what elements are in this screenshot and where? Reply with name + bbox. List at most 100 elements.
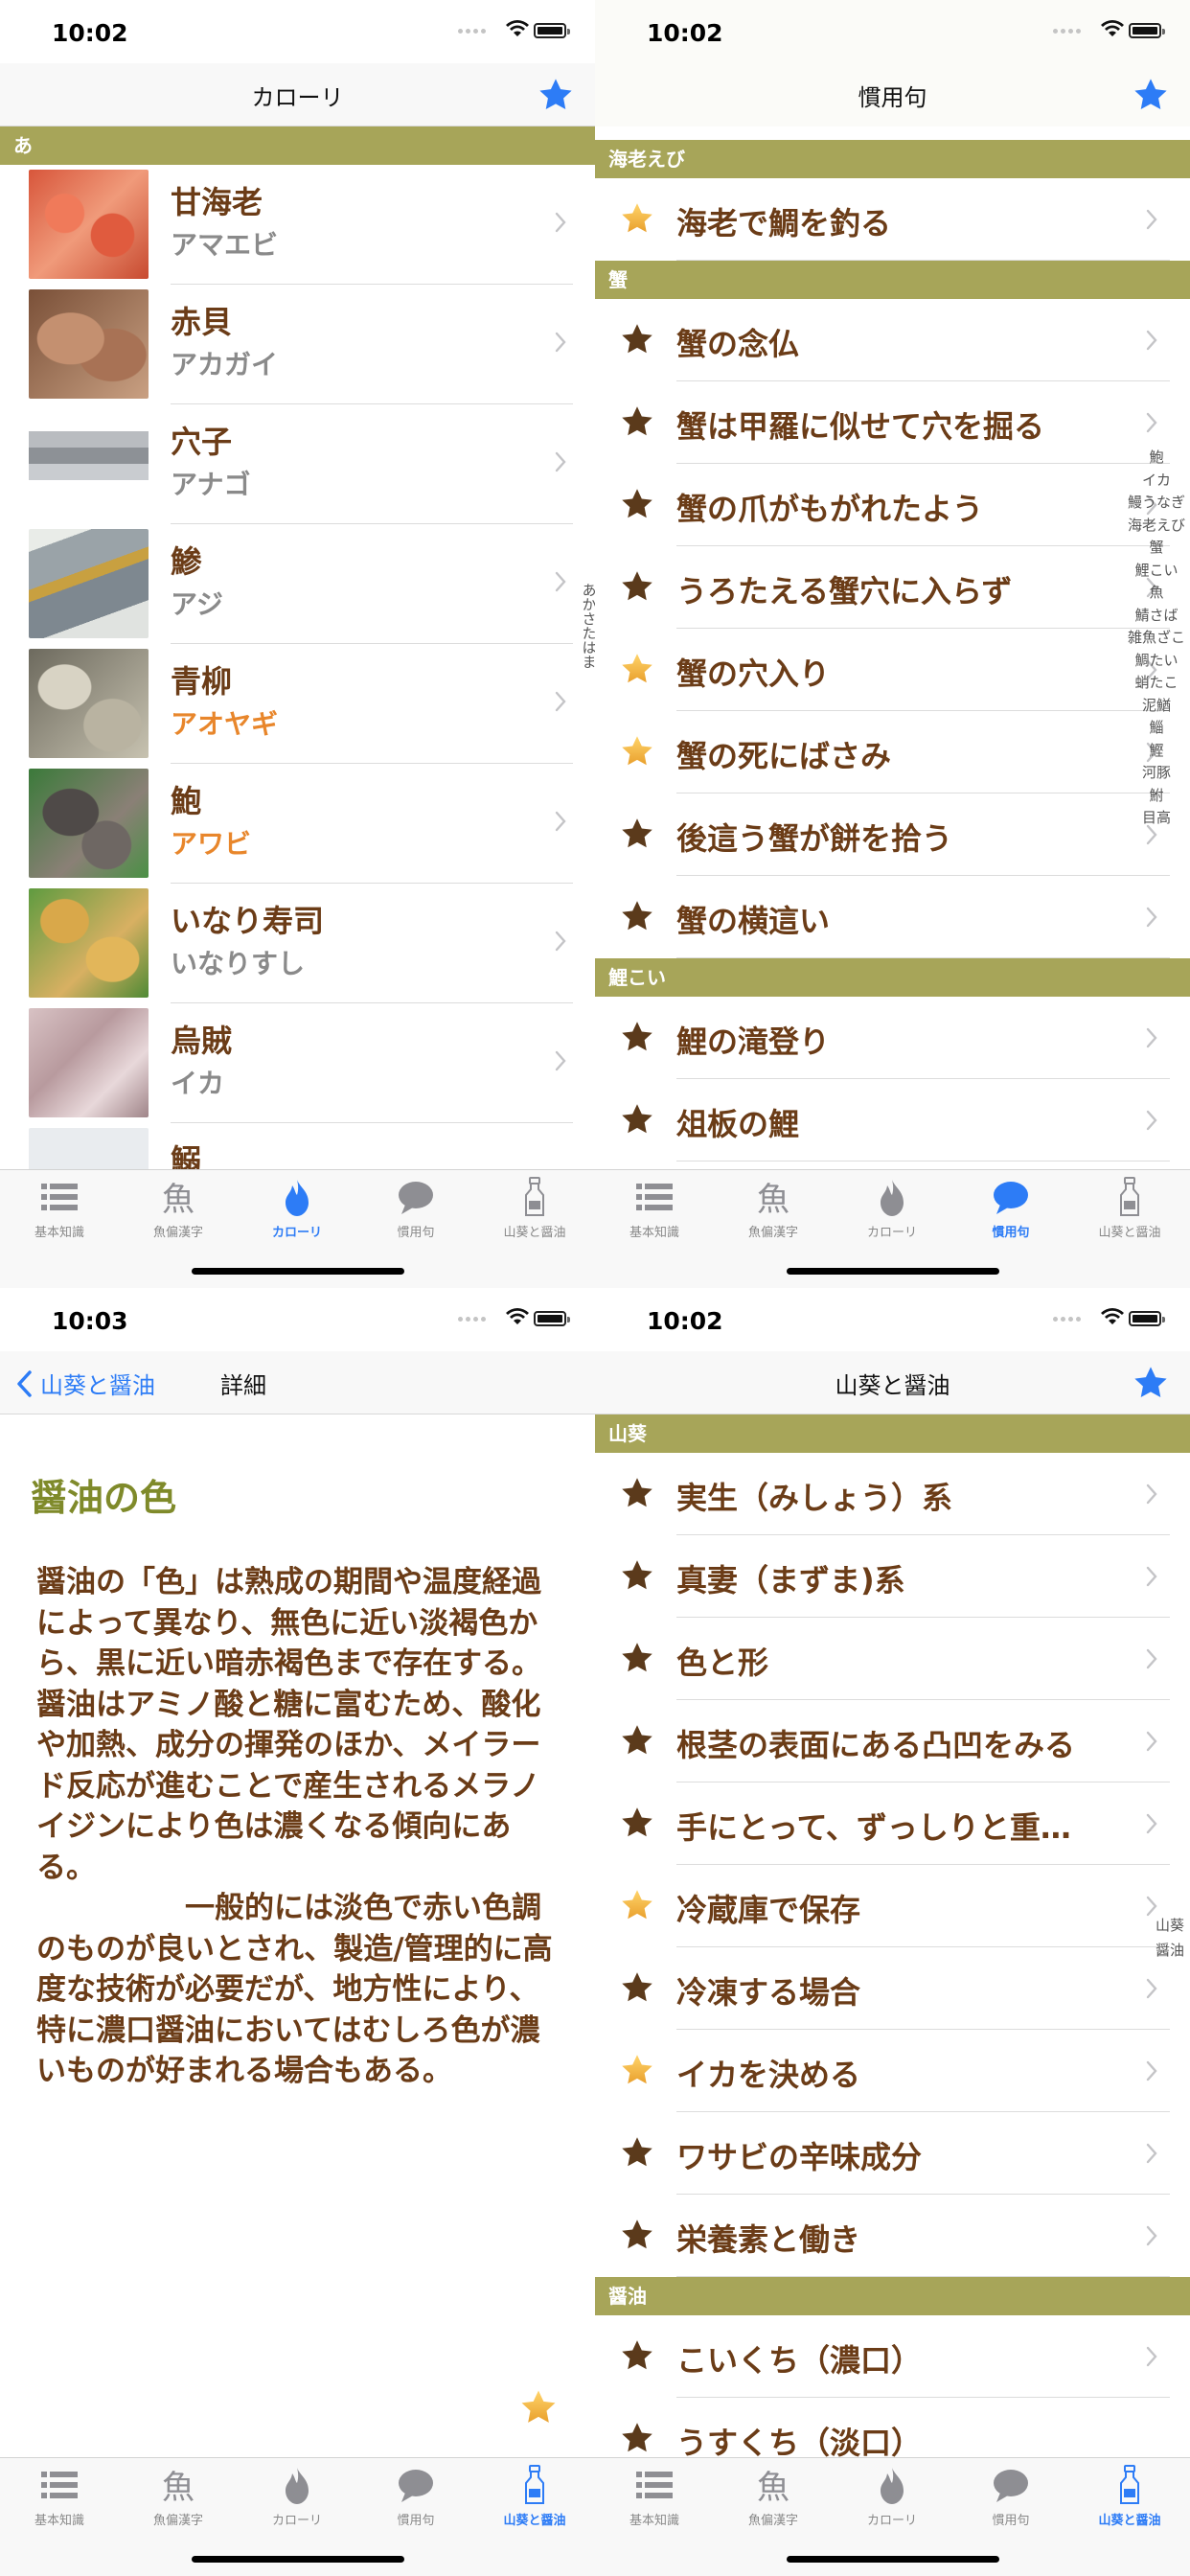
tab-label: 基本知識 bbox=[34, 2514, 84, 2528]
list-item[interactable]: 冷蔵庫で保存 bbox=[595, 1865, 1170, 1947]
tab-1[interactable]: 魚魚偏漢字 bbox=[714, 1174, 833, 1251]
list-item[interactable]: 根茎の表面にある凸凹をみる bbox=[595, 1700, 1170, 1782]
index-entry[interactable]: 鰹 bbox=[1149, 740, 1163, 763]
index-entry[interactable]: 山葵 bbox=[1156, 1913, 1184, 1938]
list-item[interactable]: 甘海老 アマエビ bbox=[0, 165, 573, 285]
favorite-star-icon[interactable] bbox=[519, 2388, 558, 2426]
index-entry[interactable]: 鮒 bbox=[1149, 785, 1163, 808]
list-item[interactable]: 蟹の爪がもがれたよう bbox=[595, 464, 1170, 546]
star-icon bbox=[622, 901, 652, 931]
tab-3[interactable]: 慣用句 bbox=[356, 1174, 475, 1251]
list-item[interactable]: 青柳 アオヤギ bbox=[0, 644, 573, 764]
star-icon bbox=[622, 324, 652, 354]
index-entry[interactable]: 醤油 bbox=[1156, 1938, 1184, 1963]
index-entry[interactable]: は bbox=[577, 640, 596, 655]
index-entry[interactable]: 目高 bbox=[1142, 807, 1171, 830]
tab-0[interactable]: 基本知識 bbox=[0, 2462, 119, 2539]
tab-0[interactable]: 基本知識 bbox=[595, 2462, 714, 2539]
list-item[interactable]: イカを決める bbox=[595, 2030, 1170, 2112]
list-item[interactable]: こいくち（濃口） bbox=[595, 2315, 1170, 2398]
bottle-icon bbox=[1120, 2465, 1139, 2504]
tab-4[interactable]: 山葵と醤油 bbox=[1070, 2462, 1189, 2539]
list-item[interactable]: 栄養素と働き bbox=[595, 2195, 1170, 2277]
list-item[interactable]: 鯵アジ bbox=[0, 524, 573, 644]
star-icon bbox=[622, 2340, 652, 2370]
index-entry[interactable]: イカ bbox=[1142, 470, 1171, 493]
list-item[interactable]: 後這う蟹が餅を拾う bbox=[595, 794, 1170, 876]
tab-4[interactable]: 山葵と醤油 bbox=[1070, 1174, 1189, 1251]
tab-label: 基本知識 bbox=[629, 2514, 679, 2528]
index-entry[interactable]: 鮑 bbox=[1149, 447, 1163, 470]
tab-0[interactable]: 基本知識 bbox=[0, 1174, 119, 1251]
tab-1[interactable]: 魚魚偏漢字 bbox=[119, 1174, 238, 1251]
tab-4[interactable]: 山葵と醤油 bbox=[475, 1174, 594, 1251]
section-header: 蟹 bbox=[595, 261, 1190, 299]
index-entry[interactable]: 蟹 bbox=[1149, 537, 1163, 560]
list-item[interactable]: 蟹の死にばさみ bbox=[595, 711, 1170, 794]
list-item[interactable]: 穴子 アナゴ bbox=[0, 404, 573, 524]
index-entry[interactable]: 海老えび bbox=[1128, 515, 1185, 538]
list-item[interactable]: 鮑アワビ bbox=[0, 764, 573, 884]
index-entry[interactable]: 雑魚ざこ bbox=[1128, 627, 1185, 650]
index-entry[interactable]: 魚 bbox=[1149, 582, 1163, 605]
index-entry[interactable]: 鯔 bbox=[1149, 717, 1163, 740]
favorite-star-icon[interactable] bbox=[538, 77, 574, 113]
index-entry[interactable]: 河豚 bbox=[1142, 762, 1171, 785]
index-entry[interactable]: あ bbox=[577, 583, 596, 597]
index-entry[interactable]: さ bbox=[577, 611, 596, 626]
list-item[interactable]: 俎板の鯉 bbox=[595, 1079, 1170, 1162]
tab-1[interactable]: 魚魚偏漢字 bbox=[714, 2462, 833, 2539]
index-entry[interactable]: た bbox=[577, 626, 596, 640]
list-item[interactable]: うすくち（淡口） bbox=[595, 2398, 1170, 2461]
tab-2[interactable]: カローリ bbox=[833, 2462, 951, 2539]
index-entry[interactable]: 泥鰌 bbox=[1142, 695, 1171, 718]
index-entry[interactable]: ま bbox=[577, 655, 596, 669]
index-entry[interactable]: 蛸たこ bbox=[1134, 672, 1178, 695]
index-entry[interactable]: 鯖さば bbox=[1134, 605, 1178, 628]
tab-2[interactable]: カローリ bbox=[238, 1174, 356, 1251]
list-item[interactable]: 蟹は甲羅に似せて穴を掘る bbox=[595, 381, 1170, 464]
tab-0[interactable]: 基本知識 bbox=[595, 1174, 714, 1251]
list-item[interactable]: 冷凍する場合 bbox=[595, 1947, 1170, 2030]
favorite-star-icon[interactable] bbox=[1133, 77, 1169, 113]
star-gold-icon bbox=[622, 203, 652, 233]
fish-kanji-icon: 魚 bbox=[162, 1181, 195, 1218]
list-item[interactable]: 赤貝 アカガイ bbox=[0, 285, 573, 404]
tab-2[interactable]: カローリ bbox=[238, 2462, 356, 2539]
tab-3[interactable]: 慣用句 bbox=[951, 1174, 1070, 1251]
row-divider bbox=[676, 1161, 1170, 1162]
list-item[interactable]: うろたえる蟹穴に入らず bbox=[595, 546, 1170, 629]
list-item[interactable]: 蟹の横這い bbox=[595, 876, 1170, 958]
list-item[interactable]: 海老で鯛を釣る bbox=[595, 178, 1170, 261]
list-item[interactable]: 鯉の滝登り bbox=[595, 997, 1170, 1079]
list-item[interactable]: 実生（みしょう）系 bbox=[595, 1453, 1170, 1535]
list-item[interactable]: 真妻（まずま)系 bbox=[595, 1535, 1170, 1618]
favorite-star-icon[interactable] bbox=[1133, 1365, 1169, 1401]
list-item[interactable]: 色と形 bbox=[595, 1618, 1170, 1700]
back-button[interactable]: 山葵と醤油 bbox=[15, 1367, 155, 1400]
section-index[interactable]: あかさたはま bbox=[577, 583, 596, 669]
tab-3[interactable]: 慣用句 bbox=[951, 2462, 1070, 2539]
index-entry[interactable]: 鯛たい bbox=[1134, 650, 1178, 673]
tab-1[interactable]: 魚魚偏漢字 bbox=[119, 2462, 238, 2539]
section-index[interactable]: 鮑イカ 鰻うなぎ 海老えび蟹鯉こい魚鯖さば 雑魚ざこ 鯛たい 蛸たこ 泥鰌鯔鰹河豚鮒目高 bbox=[1128, 447, 1185, 830]
list-item[interactable]: いなり寿司 いなりすし bbox=[0, 884, 573, 1003]
food-name: 鯵 bbox=[171, 543, 202, 580]
list-item[interactable]: 蟹の穴入り bbox=[595, 629, 1170, 711]
section-index[interactable]: 山葵 醤油 bbox=[1151, 1913, 1189, 1963]
list-item[interactable]: 烏賊 イカ bbox=[0, 1003, 573, 1123]
index-entry[interactable]: 鯉こい bbox=[1134, 560, 1178, 583]
index-entry[interactable]: か bbox=[577, 597, 596, 611]
list-item[interactable]: 蟹の念仏 bbox=[595, 299, 1170, 381]
list-item-label: 蟹の死にばさみ bbox=[676, 738, 892, 774]
flame-icon bbox=[286, 1180, 309, 1216]
list-item[interactable]: 鰯 bbox=[0, 1123, 573, 1237]
tab-3[interactable]: 慣用句 bbox=[356, 2462, 475, 2539]
tab-4[interactable]: 山葵と醤油 bbox=[475, 2462, 594, 2539]
list-item[interactable]: 手にとって、ずっしりと重… bbox=[595, 1782, 1170, 1865]
chevron-left-icon bbox=[17, 1369, 32, 1397]
list-item[interactable]: ワサビの辛味成分 bbox=[595, 2112, 1170, 2195]
tab-2[interactable]: カローリ bbox=[833, 1174, 951, 1251]
chevron-right-icon bbox=[1146, 2143, 1157, 2164]
index-entry[interactable]: 鰻うなぎ bbox=[1128, 492, 1185, 515]
